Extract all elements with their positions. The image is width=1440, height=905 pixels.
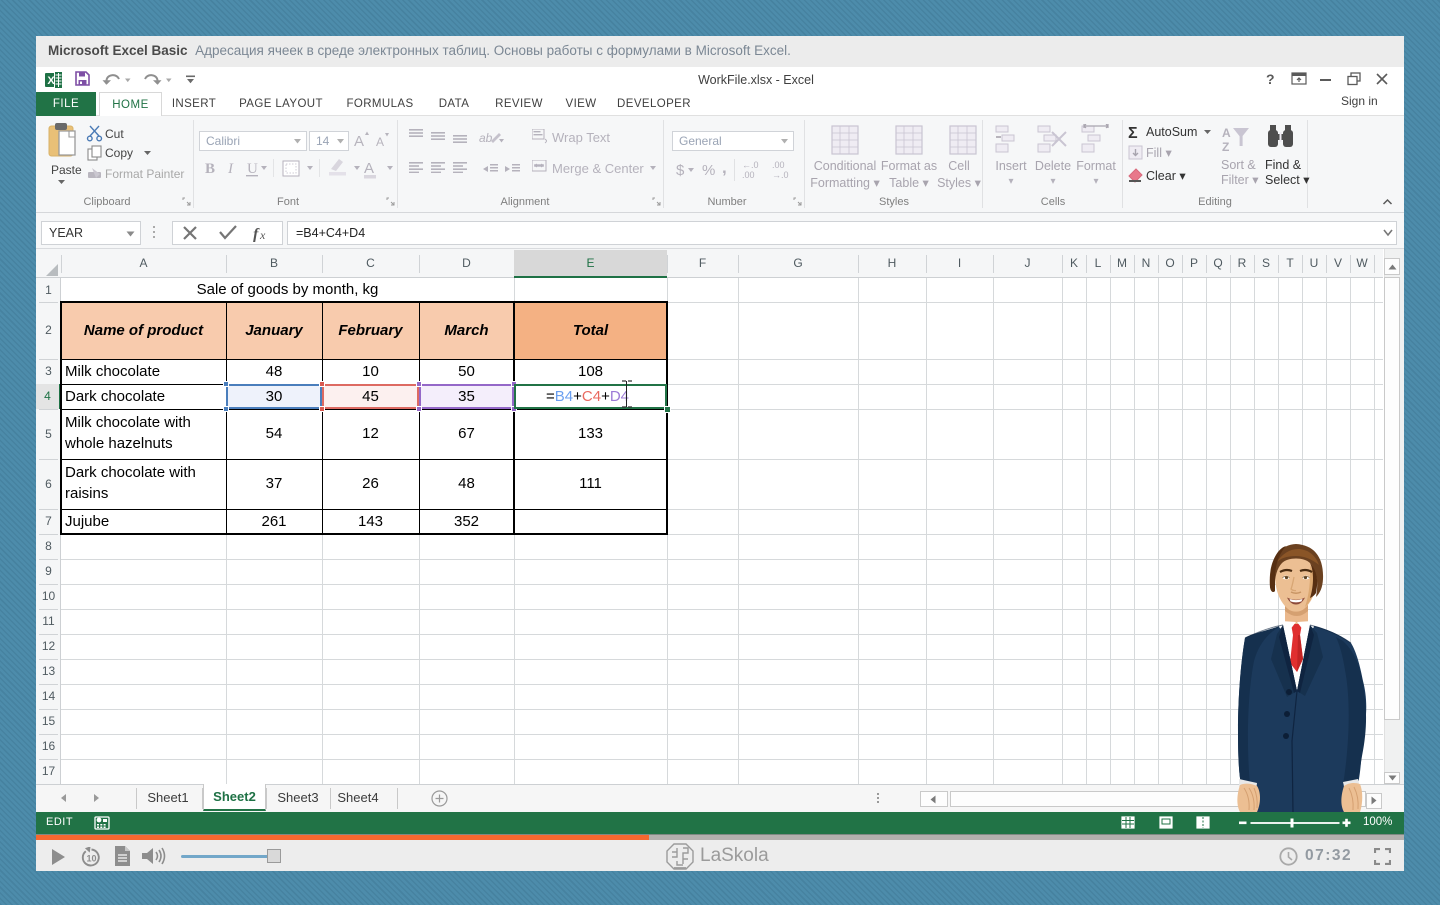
svg-text:Filter ▾: Filter ▾	[1221, 173, 1259, 187]
svg-text:U: U	[247, 161, 258, 177]
svg-text:Fill ▾: Fill ▾	[1146, 146, 1172, 160]
svg-text:B: B	[205, 161, 215, 177]
svg-text:$: $	[676, 162, 685, 179]
svg-text:A: A	[354, 133, 364, 150]
svg-text:Clear ▾: Clear ▾	[1146, 169, 1186, 183]
svg-text:Paste: Paste	[51, 163, 82, 177]
svg-text:10: 10	[86, 854, 96, 864]
svg-text:,: ,	[722, 158, 727, 177]
svg-text:Select ▾: Select ▾	[1265, 173, 1310, 187]
svg-text:Σ: Σ	[1128, 125, 1138, 142]
svg-text:Format Painter: Format Painter	[105, 167, 184, 181]
svg-text:Find &: Find &	[1265, 158, 1302, 172]
svg-text:A: A	[376, 135, 384, 149]
svg-text:x: x	[259, 228, 266, 242]
svg-text:AutoSum: AutoSum	[1146, 125, 1197, 139]
svg-text:Copy: Copy	[105, 146, 133, 160]
svg-text:Cut: Cut	[105, 127, 124, 141]
svg-text:.00: .00	[742, 170, 755, 180]
svg-text:Merge & Center: Merge & Center	[552, 161, 644, 176]
svg-text:A: A	[364, 160, 374, 177]
svg-text:Sort &: Sort &	[1221, 158, 1256, 172]
svg-text:ab: ab	[479, 131, 493, 144]
svg-text:←.0: ←.0	[742, 160, 759, 170]
svg-text:X: X	[47, 75, 55, 87]
svg-text:.00: .00	[772, 160, 785, 170]
svg-text:Z: Z	[1222, 140, 1229, 154]
svg-text:A: A	[1222, 126, 1231, 140]
svg-text:I: I	[227, 161, 234, 177]
svg-text:?: ?	[1266, 71, 1275, 87]
svg-text:Wrap Text: Wrap Text	[552, 130, 610, 145]
svg-text:%: %	[702, 162, 715, 179]
svg-text:→.0: →.0	[772, 170, 789, 180]
svg-text:f: f	[253, 226, 260, 242]
